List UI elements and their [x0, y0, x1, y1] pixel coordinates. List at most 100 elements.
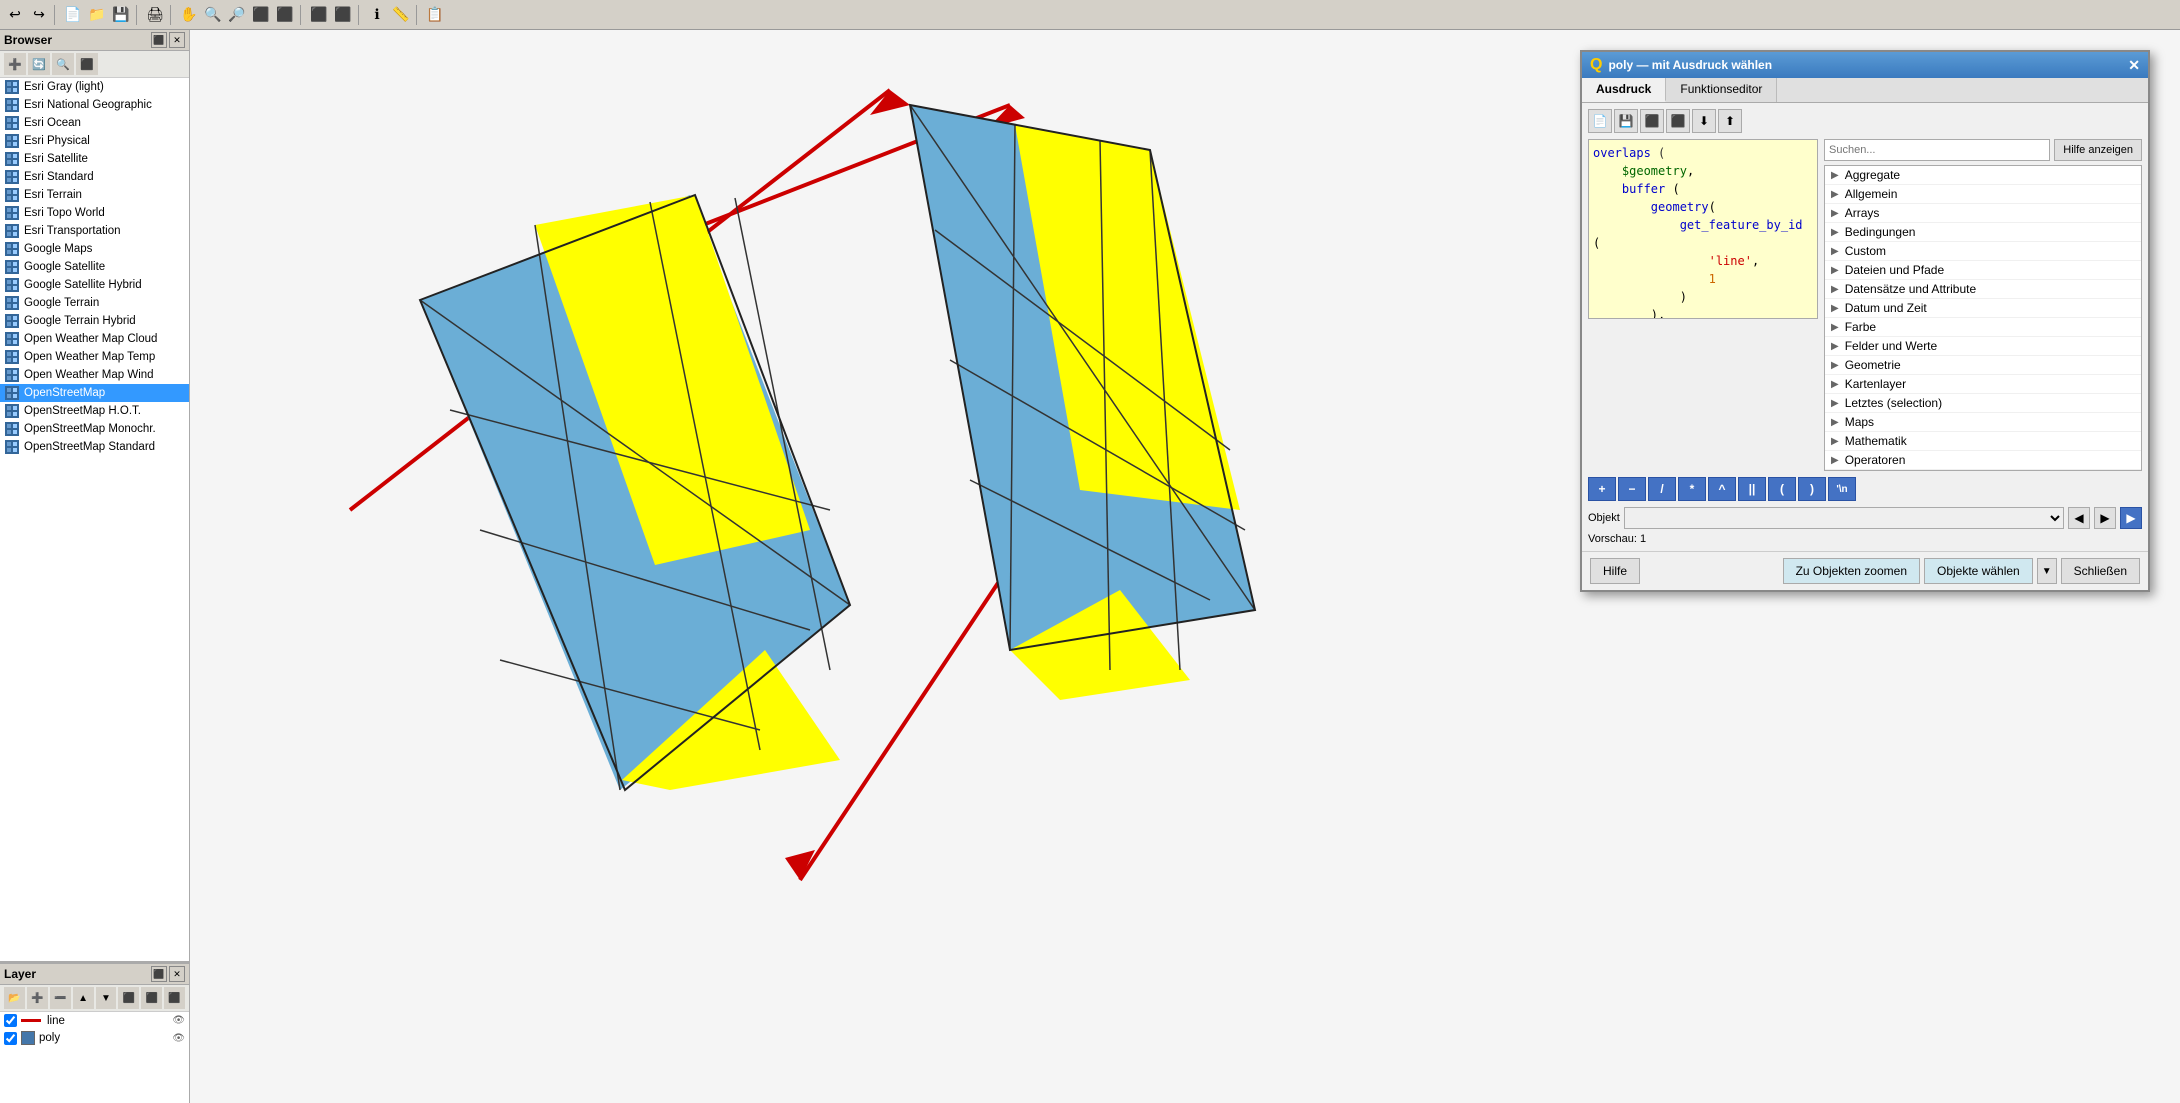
op-minus[interactable]: − [1618, 477, 1646, 501]
browser-item[interactable]: Open Weather Map Cloud [0, 330, 189, 348]
layer-eye-line[interactable]: 👁 [172, 1015, 185, 1026]
hilfe-btn[interactable]: Hilfe [1590, 558, 1640, 584]
expr-btn-3[interactable]: ⬛ [1640, 109, 1664, 133]
object-select[interactable] [1624, 507, 2064, 529]
op-pipe[interactable]: || [1738, 477, 1766, 501]
layer-visibility-line[interactable] [4, 1014, 17, 1027]
function-category-item[interactable]: ▶Datum und Zeit [1825, 299, 2141, 318]
toolbar-btn-new[interactable]: 📄 [62, 4, 84, 26]
browser-collapse-btn[interactable]: ⬛ [76, 53, 98, 75]
browser-item[interactable]: Esri National Geographic [0, 96, 189, 114]
toolbar-btn-attrs[interactable]: 📋 [424, 4, 446, 26]
browser-refresh-btn[interactable]: 🔄 [28, 53, 50, 75]
select-objects-btn[interactable]: Objekte wählen [1924, 558, 2033, 584]
browser-close-btn[interactable]: ✕ [169, 32, 185, 48]
object-next-btn[interactable]: ▶ [2094, 507, 2116, 529]
function-category-item[interactable]: ▶Operatoren [1825, 451, 2141, 470]
op-divide[interactable]: / [1648, 477, 1676, 501]
layer-item-line[interactable]: line 👁 [0, 1012, 189, 1029]
toolbar-btn-zoom-out[interactable]: 🔎 [226, 4, 248, 26]
layer-filter-btn[interactable]: ⬛ [164, 987, 185, 1009]
function-category-item[interactable]: ▶Arrays [1825, 204, 2141, 223]
function-category-item[interactable]: ▶Custom [1825, 242, 2141, 261]
op-close-paren[interactable]: ) [1798, 477, 1826, 501]
toolbar-btn-zoom-in[interactable]: 🔍 [202, 4, 224, 26]
browser-item[interactable]: Esri Topo World [0, 204, 189, 222]
zoom-to-btn[interactable]: Zu Objekten zoomen [1783, 558, 1920, 584]
function-category-item[interactable]: ▶Dateien und Pfade [1825, 261, 2141, 280]
dialog-close-btn[interactable]: ✕ [2128, 57, 2140, 74]
function-category-item[interactable]: ▶Geometrie [1825, 356, 2141, 375]
browser-item[interactable]: OpenStreetMap Standard [0, 438, 189, 456]
layer-float-btn[interactable]: ⬛ [151, 966, 167, 982]
toolbar-btn-pan[interactable]: ✋ [178, 4, 200, 26]
function-category-item[interactable]: ▶Maps [1825, 413, 2141, 432]
toolbar-btn-select-rect[interactable]: ⬛ [332, 4, 354, 26]
function-category-item[interactable]: ▶Felder und Werte [1825, 337, 2141, 356]
toolbar-btn-select[interactable]: ⬛ [308, 4, 330, 26]
layer-add-btn[interactable]: ➕ [27, 987, 48, 1009]
expr-save-btn[interactable]: 💾 [1614, 109, 1638, 133]
op-plus[interactable]: + [1588, 477, 1616, 501]
toolbar-btn-undo[interactable]: ↩ [4, 4, 26, 26]
toolbar-btn-zoom-layer[interactable]: ⬛ [274, 4, 296, 26]
layer-remove-btn[interactable]: ➖ [50, 987, 71, 1009]
browser-item[interactable]: Google Maps [0, 240, 189, 258]
function-category-item[interactable]: ▶Aggregate [1825, 166, 2141, 185]
browser-item[interactable]: Esri Standard [0, 168, 189, 186]
function-category-item[interactable]: ▶Allgemein [1825, 185, 2141, 204]
function-list[interactable]: ▶Aggregate▶Allgemein▶Arrays▶Bedingungen▶… [1824, 165, 2142, 471]
layer-eye-poly[interactable]: 👁 [172, 1033, 185, 1044]
browser-item[interactable]: Esri Ocean [0, 114, 189, 132]
expr-btn-down[interactable]: ⬇ [1692, 109, 1716, 133]
expr-new-btn[interactable]: 📄 [1588, 109, 1612, 133]
close-btn[interactable]: Schließen [2061, 558, 2140, 584]
function-search-input[interactable] [1824, 139, 2050, 161]
function-category-item[interactable]: ▶Kartenlayer [1825, 375, 2141, 394]
toolbar-btn-identify[interactable]: ℹ [366, 4, 388, 26]
browser-list[interactable]: Esri Gray (light)Esri National Geographi… [0, 78, 189, 961]
layer-down-btn[interactable]: ▼ [96, 987, 117, 1009]
browser-float-btn[interactable]: ⬛ [151, 32, 167, 48]
function-category-item[interactable]: ▶Datensätze und Attribute [1825, 280, 2141, 299]
expr-btn-up[interactable]: ⬆ [1718, 109, 1742, 133]
function-category-item[interactable]: ▶Bedingungen [1825, 223, 2141, 242]
op-multiply[interactable]: * [1678, 477, 1706, 501]
browser-item[interactable]: Esri Satellite [0, 150, 189, 168]
toolbar-btn-measure[interactable]: 📏 [390, 4, 412, 26]
dialog-tab-funktionseditor[interactable]: Funktionseditor [1666, 78, 1777, 102]
hilfe-anzeigen-btn[interactable]: Hilfe anzeigen [2054, 139, 2142, 161]
layer-up-btn[interactable]: ▲ [73, 987, 94, 1009]
toolbar-btn-open[interactable]: 📁 [86, 4, 108, 26]
browser-add-btn[interactable]: ➕ [4, 53, 26, 75]
browser-item[interactable]: Google Terrain Hybrid [0, 312, 189, 330]
browser-item[interactable]: Esri Terrain [0, 186, 189, 204]
layer-group-btn[interactable]: ⬛ [118, 987, 139, 1009]
browser-filter-btn[interactable]: 🔍 [52, 53, 74, 75]
browser-item[interactable]: OpenStreetMap H.O.T. [0, 402, 189, 420]
browser-item[interactable]: Esri Transportation [0, 222, 189, 240]
expr-btn-4[interactable]: ⬛ [1666, 109, 1690, 133]
op-power[interactable]: ^ [1708, 477, 1736, 501]
browser-item[interactable]: Esri Gray (light) [0, 78, 189, 96]
dialog-tab-ausdruck[interactable]: Ausdruck [1582, 78, 1666, 102]
toolbar-btn-save[interactable]: 💾 [110, 4, 132, 26]
layer-close-btn[interactable]: ✕ [169, 966, 185, 982]
browser-item[interactable]: Google Satellite Hybrid [0, 276, 189, 294]
browser-item[interactable]: Open Weather Map Wind [0, 366, 189, 384]
toolbar-btn-zoom-extent[interactable]: ⬛ [250, 4, 272, 26]
select-dropdown-btn[interactable]: ▼ [2037, 558, 2057, 584]
expression-editor[interactable]: overlaps ( $geometry, buffer ( geometry(… [1588, 139, 1818, 319]
function-category-item[interactable]: ▶Letztes (selection) [1825, 394, 2141, 413]
toolbar-btn-redo[interactable]: ↪ [28, 4, 50, 26]
browser-item[interactable]: Google Terrain [0, 294, 189, 312]
browser-item[interactable]: Open Weather Map Temp [0, 348, 189, 366]
op-open-paren[interactable]: ( [1768, 477, 1796, 501]
toolbar-btn-print[interactable]: 🖨 [144, 4, 166, 26]
layer-visibility-poly[interactable] [4, 1032, 17, 1045]
object-prev-btn[interactable]: ◀ [2068, 507, 2090, 529]
browser-item[interactable]: OpenStreetMap [0, 384, 189, 402]
map-area[interactable]: Q poly — mit Ausdruck wählen ✕ Ausdruck … [190, 30, 2180, 1103]
layer-item-poly[interactable]: poly 👁 [0, 1029, 189, 1047]
function-category-item[interactable]: ▶Farbe [1825, 318, 2141, 337]
